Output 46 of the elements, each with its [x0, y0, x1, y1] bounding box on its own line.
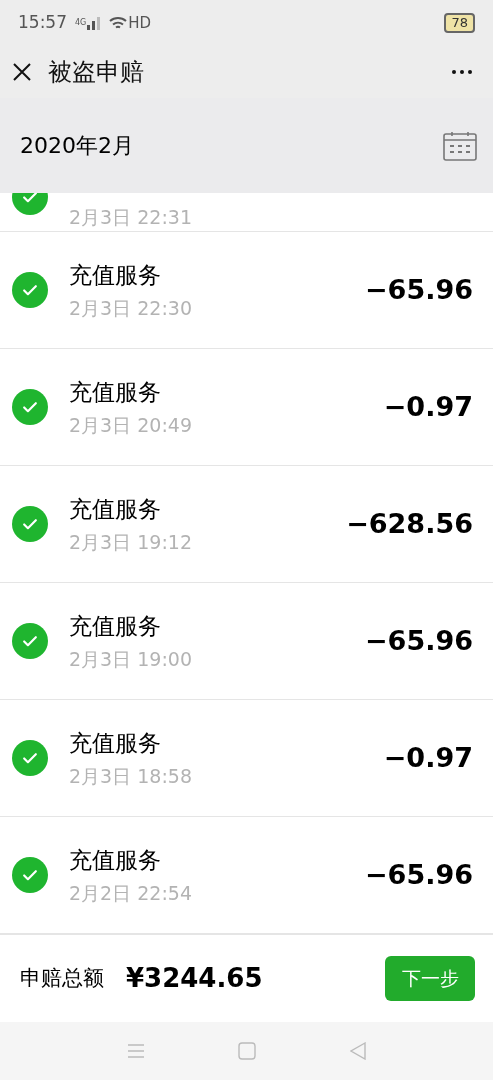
transaction-row[interactable]: 充值服务 2月3日 18:58 −0.97 [0, 700, 493, 817]
calendar-icon[interactable] [443, 130, 477, 161]
transaction-amount: −0.97 [383, 740, 473, 775]
page-title: 被盗申赔 [48, 57, 144, 88]
checked-icon[interactable] [12, 389, 48, 425]
transaction-date: 2月3日 19:12 [69, 530, 193, 554]
month-label: 2020年2月 [20, 132, 134, 160]
close-icon[interactable] [12, 62, 32, 82]
transaction-row[interactable]: 充值服务 2月3日 20:49 −0.97 [0, 349, 493, 466]
home-icon[interactable] [238, 1042, 257, 1060]
transaction-date: 2月3日 22:31 [69, 205, 192, 230]
transaction-date: 2月2日 22:54 [69, 881, 193, 905]
network-label: 4G [75, 19, 87, 27]
hd-label: HD [128, 12, 152, 34]
transaction-title: 充值服务 [69, 729, 162, 758]
signal-icon [86, 16, 101, 30]
transaction-amount: −0.97 [383, 389, 473, 424]
transaction-title: 充值服务 [69, 495, 162, 524]
checked-icon[interactable] [12, 740, 48, 776]
transaction-row[interactable]: 充值服务 2月3日 19:12 −628.56 [0, 466, 493, 583]
wifi-icon [108, 15, 129, 31]
transaction-title: 充值服务 [69, 612, 162, 641]
transaction-title: 充值服务 [69, 846, 162, 875]
transaction-amount: −65.96 [364, 623, 473, 658]
battery-indicator: 78 [444, 13, 475, 33]
transaction-amount: −65.96 [364, 272, 473, 307]
transaction-title: 充值服务 [69, 378, 162, 407]
more-icon[interactable] [451, 69, 473, 75]
total-amount: ¥3244.65 [126, 962, 263, 995]
transaction-amount: −65.96 [364, 857, 473, 892]
checked-icon[interactable] [12, 272, 48, 308]
checked-icon[interactable] [12, 857, 48, 893]
checked-icon[interactable] [12, 506, 48, 542]
transaction-title: 充值服务 [69, 261, 162, 290]
status-time: 15:57 [18, 11, 67, 35]
transaction-amount: −628.56 [346, 506, 473, 541]
transaction-date: 2月3日 22:30 [69, 296, 193, 320]
transaction-row[interactable]: 充值服务 2月3日 22:30 −65.96 [0, 232, 493, 349]
back-icon[interactable] [350, 1042, 367, 1060]
checked-icon[interactable] [12, 623, 48, 659]
menu-icon[interactable] [126, 1043, 145, 1059]
transaction-date: 2月3日 19:00 [69, 647, 193, 671]
total-label: 申赔总额 [20, 964, 104, 992]
transaction-date: 2月3日 20:49 [69, 413, 193, 437]
transaction-row[interactable]: 充值服务 2月3日 19:00 −65.96 [0, 583, 493, 700]
transaction-date: 2月3日 18:58 [69, 764, 193, 788]
